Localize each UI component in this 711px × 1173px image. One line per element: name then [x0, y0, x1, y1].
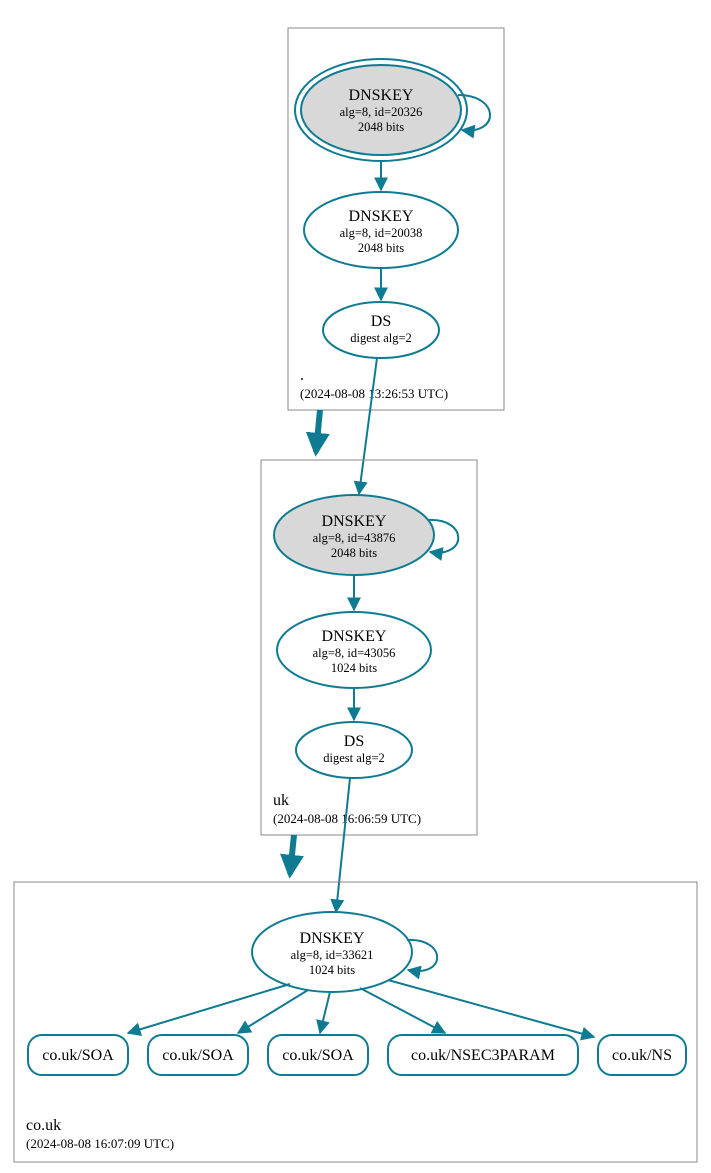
- edge-couk-dnskey-rr5: [388, 980, 594, 1037]
- svg-text:DNSKEY: DNSKEY: [349, 87, 414, 104]
- node-root-dnskey-ksk: DNSKEY alg=8, id=20326 2048 bits: [295, 59, 467, 161]
- edge-zone-root-to-uk: [316, 410, 320, 452]
- node-uk-dnskey-zsk: DNSKEY alg=8, id=43056 1024 bits: [277, 612, 431, 688]
- svg-text:DNSKEY: DNSKEY: [349, 208, 414, 225]
- edge-couk-dnskey-rr1: [128, 984, 290, 1033]
- svg-text:DS: DS: [344, 733, 364, 750]
- svg-text:co.uk/SOA: co.uk/SOA: [42, 1047, 114, 1064]
- svg-text:DNSKEY: DNSKEY: [300, 930, 365, 947]
- zone-couk-time: (2024-08-08 16:07:09 UTC): [26, 1136, 174, 1151]
- node-root-dnskey-zsk: DNSKEY alg=8, id=20038 2048 bits: [304, 192, 458, 268]
- zone-root: . (2024-08-08 13:26:53 UTC) DNSKEY alg=8…: [288, 28, 504, 410]
- node-root-ds: DS digest alg=2: [323, 302, 439, 358]
- svg-text:co.uk/SOA: co.uk/SOA: [282, 1047, 354, 1064]
- svg-text:alg=8, id=33621: alg=8, id=33621: [291, 948, 374, 962]
- node-uk-ds: DS digest alg=2: [296, 722, 412, 778]
- svg-text:co.uk/NSEC3PARAM: co.uk/NSEC3PARAM: [411, 1047, 555, 1064]
- node-couk-soa-2: co.uk/SOA: [148, 1035, 248, 1075]
- svg-text:alg=8, id=43056: alg=8, id=43056: [313, 646, 396, 660]
- edge-root-ds-to-uk-ksk: [359, 358, 377, 494]
- svg-text:1024 bits: 1024 bits: [331, 661, 377, 675]
- zone-uk: uk (2024-08-08 16:06:59 UTC) DNSKEY alg=…: [261, 460, 477, 835]
- svg-text:2048 bits: 2048 bits: [358, 241, 404, 255]
- edge-uk-ds-to-couk-ksk: [336, 778, 350, 912]
- zone-couk-name: co.uk: [26, 1117, 61, 1134]
- svg-text:alg=8, id=20038: alg=8, id=20038: [340, 226, 423, 240]
- node-uk-dnskey-ksk: DNSKEY alg=8, id=43876 2048 bits: [274, 495, 434, 575]
- svg-text:DNSKEY: DNSKEY: [322, 513, 387, 530]
- svg-text:2048 bits: 2048 bits: [331, 546, 377, 560]
- zone-couk: co.uk (2024-08-08 16:07:09 UTC) DNSKEY a…: [14, 882, 697, 1162]
- svg-text:digest alg=2: digest alg=2: [350, 331, 412, 345]
- dnssec-graph: . (2024-08-08 13:26:53 UTC) DNSKEY alg=8…: [0, 0, 711, 1173]
- svg-text:DNSKEY: DNSKEY: [322, 628, 387, 645]
- svg-text:co.uk/SOA: co.uk/SOA: [162, 1047, 234, 1064]
- zone-root-name: .: [300, 367, 304, 384]
- svg-text:alg=8, id=20326: alg=8, id=20326: [340, 105, 423, 119]
- svg-text:alg=8, id=43876: alg=8, id=43876: [313, 531, 396, 545]
- zone-root-time: (2024-08-08 13:26:53 UTC): [300, 386, 448, 401]
- edge-couk-dnskey-rr4: [360, 988, 445, 1033]
- node-couk-ns: co.uk/NS: [598, 1035, 686, 1075]
- svg-text:digest alg=2: digest alg=2: [323, 751, 385, 765]
- svg-text:DS: DS: [371, 313, 391, 330]
- node-couk-nsec3param: co.uk/NSEC3PARAM: [388, 1035, 578, 1075]
- edge-couk-dnskey-rr3: [320, 992, 330, 1033]
- node-couk-soa-1: co.uk/SOA: [28, 1035, 128, 1075]
- svg-text:co.uk/NS: co.uk/NS: [612, 1047, 672, 1064]
- svg-text:1024 bits: 1024 bits: [309, 963, 355, 977]
- svg-text:2048 bits: 2048 bits: [358, 120, 404, 134]
- edge-zone-uk-to-couk: [290, 835, 294, 874]
- node-couk-soa-3: co.uk/SOA: [268, 1035, 368, 1075]
- zone-uk-name: uk: [273, 792, 289, 809]
